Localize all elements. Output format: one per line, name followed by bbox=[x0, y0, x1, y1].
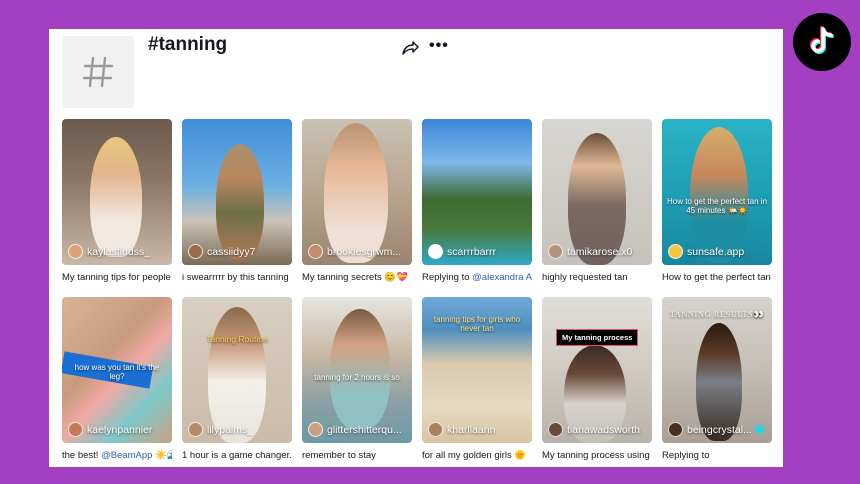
video-overlay-text: how was you tan it's the leg? bbox=[74, 363, 160, 381]
avatar bbox=[68, 422, 83, 437]
video-caption: highly requested tan bbox=[542, 272, 628, 283]
video-overlay-text: tanning tips for girls who never tan bbox=[433, 315, 521, 333]
video-author[interactable]: kaylasfindss_ bbox=[68, 244, 168, 259]
video-thumbnail[interactable]: Tanning Routine lilypalms_ bbox=[182, 297, 292, 443]
video-card[interactable]: kaylasfindss_ My tanning tips for people bbox=[62, 119, 172, 283]
video-author[interactable]: beingcrystal... bbox=[668, 422, 768, 437]
more-options-icon[interactable]: ••• bbox=[429, 37, 449, 55]
video-author[interactable]: lilypalms_ bbox=[188, 422, 288, 437]
video-card[interactable]: Tanning Routine lilypalms_ 1 hour is a g… bbox=[182, 297, 292, 461]
video-overlay-text: tanning for 2 hours is so bbox=[314, 373, 400, 382]
verified-badge-icon bbox=[754, 425, 764, 434]
avatar bbox=[548, 244, 563, 259]
video-card[interactable]: My tanning process tianawadsworth My tan… bbox=[542, 297, 652, 461]
tiktok-icon bbox=[810, 25, 835, 54]
video-overlay-text: My tanning process bbox=[556, 329, 639, 346]
video-author[interactable]: sunsafe.app bbox=[668, 244, 768, 259]
video-caption: the best! @BeamApp ☀️🌊 bbox=[62, 450, 172, 461]
video-overlay-text: How to get the perfect tan in 45 minutes… bbox=[666, 197, 768, 215]
avatar bbox=[188, 244, 203, 259]
video-author[interactable]: kaelynpannier bbox=[68, 422, 168, 437]
video-author[interactable]: kharllaann bbox=[428, 422, 528, 437]
hashtag-icon bbox=[82, 56, 114, 88]
video-card[interactable]: tanning tips for girls who never tan kha… bbox=[422, 297, 532, 461]
video-overlay-text: Tanning Routine bbox=[206, 334, 268, 344]
video-caption: 1 hour is a game changer. bbox=[182, 450, 292, 461]
video-author[interactable]: brookiesgrwm... bbox=[308, 244, 408, 259]
hashtag-page: #tanning ••• kaylasfindss_ My tanning ti… bbox=[49, 29, 783, 467]
avatar bbox=[188, 422, 203, 437]
video-thumbnail[interactable]: My tanning process tianawadsworth bbox=[542, 297, 652, 443]
video-caption: Replying to @alexandra A bbox=[422, 272, 532, 283]
video-caption: remember to stay bbox=[302, 450, 376, 461]
avatar bbox=[668, 244, 683, 259]
video-caption: i swearrrrr by this tanning bbox=[182, 272, 289, 283]
avatar bbox=[308, 244, 323, 259]
video-author[interactable]: scarrrbarrr bbox=[428, 244, 528, 259]
video-card[interactable]: cassiidyy7 i swearrrrr by this tanning bbox=[182, 119, 292, 283]
video-thumbnail[interactable]: scarrrbarrr bbox=[422, 119, 532, 265]
video-author[interactable]: tamikarose.x0 bbox=[548, 244, 648, 259]
video-card[interactable]: tanning for 2 hours is so glittershitter… bbox=[302, 297, 412, 461]
hashtag-avatar bbox=[62, 36, 134, 108]
video-author[interactable]: tianawadsworth bbox=[548, 422, 648, 437]
video-card[interactable]: brookiesgrwm... My tanning secrets 😊💝 bbox=[302, 119, 412, 283]
video-caption: My tanning secrets 😊💝 bbox=[302, 272, 409, 283]
video-thumbnail[interactable]: TANNING RESULTS👀 beingcrystal... bbox=[662, 297, 772, 443]
video-thumbnail[interactable]: tanning tips for girls who never tan kha… bbox=[422, 297, 532, 443]
video-caption: How to get the perfect tan bbox=[662, 272, 771, 283]
tiktok-logo bbox=[793, 13, 851, 71]
video-thumbnail[interactable]: how was you tan it's the leg? kaelynpann… bbox=[62, 297, 172, 443]
page-title: #tanning bbox=[148, 34, 228, 55]
avatar bbox=[308, 422, 323, 437]
video-card[interactable]: scarrrbarrr Replying to @alexandra A bbox=[422, 119, 532, 283]
video-caption: My tanning process using bbox=[542, 450, 650, 461]
video-grid: kaylasfindss_ My tanning tips for people… bbox=[62, 119, 774, 461]
video-overlay-text: TANNING RESULTS👀 bbox=[669, 309, 765, 319]
video-card[interactable]: how was you tan it's the leg? kaelynpann… bbox=[62, 297, 172, 461]
video-thumbnail[interactable]: cassiidyy7 bbox=[182, 119, 292, 265]
video-caption: Replying to bbox=[662, 450, 710, 461]
video-thumbnail[interactable]: brookiesgrwm... bbox=[302, 119, 412, 265]
avatar bbox=[428, 244, 443, 259]
video-caption: My tanning tips for people bbox=[62, 272, 171, 283]
video-thumbnail[interactable]: tanning for 2 hours is so glittershitter… bbox=[302, 297, 412, 443]
video-thumbnail[interactable]: tamikarose.x0 bbox=[542, 119, 652, 265]
video-thumbnail[interactable]: kaylasfindss_ bbox=[62, 119, 172, 265]
video-card[interactable]: TANNING RESULTS👀 beingcrystal... Replyin… bbox=[662, 297, 772, 461]
avatar bbox=[668, 422, 683, 437]
video-card[interactable]: How to get the perfect tan in 45 minutes… bbox=[662, 119, 772, 283]
share-icon[interactable] bbox=[401, 39, 419, 57]
video-card[interactable]: tamikarose.x0 highly requested tan bbox=[542, 119, 652, 283]
avatar bbox=[428, 422, 443, 437]
video-author[interactable]: glittershitterqu... bbox=[308, 422, 408, 437]
video-author[interactable]: cassiidyy7 bbox=[188, 244, 288, 259]
avatar bbox=[68, 244, 83, 259]
avatar bbox=[548, 422, 563, 437]
video-caption: for all my golden girls 🌞 bbox=[422, 450, 527, 461]
video-thumbnail[interactable]: How to get the perfect tan in 45 minutes… bbox=[662, 119, 772, 265]
